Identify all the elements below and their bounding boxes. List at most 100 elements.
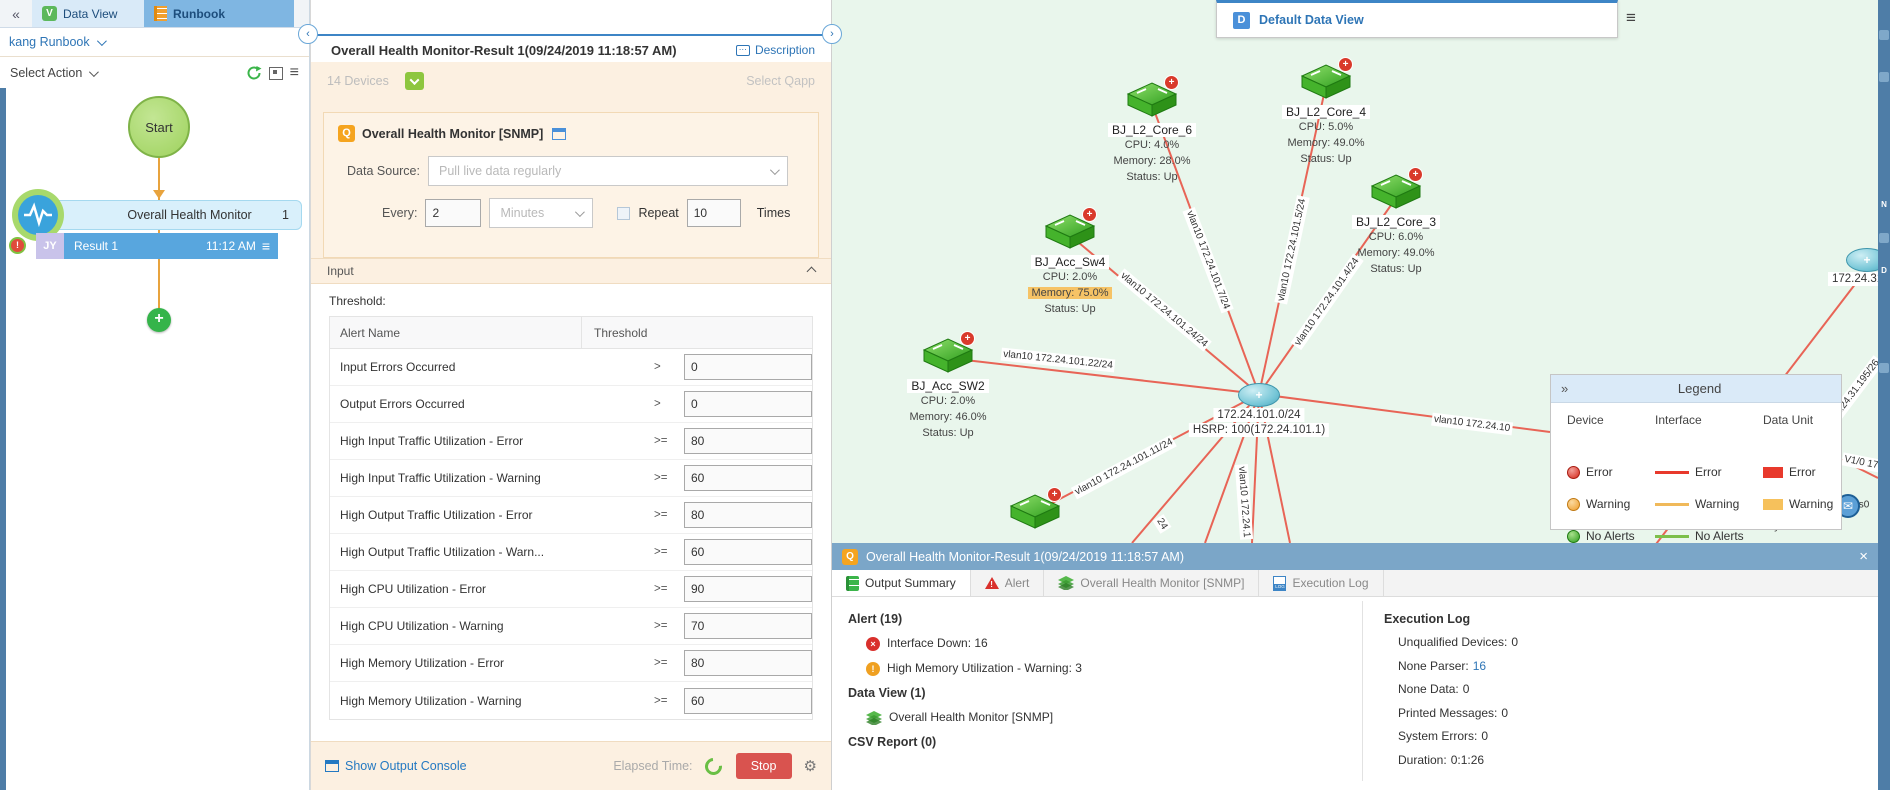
data-view-icon: V xyxy=(42,6,57,21)
chevron-down-icon[interactable] xyxy=(96,35,107,46)
threshold-input[interactable] xyxy=(684,465,812,491)
qapp-icon: Q xyxy=(842,548,858,565)
add-step-button[interactable]: + xyxy=(147,308,171,332)
tab-overall-health-monitor[interactable]: Overall Health Monitor [SNMP] xyxy=(1044,570,1260,596)
threshold-table: Alert Name Threshold Input Errors Occurr… xyxy=(329,316,813,720)
device-bj-acc-sw2[interactable]: + BJ_Acc_SW2 CPU: 2.0% Memory: 46.0% Sta… xyxy=(873,331,1023,441)
device-partial[interactable]: + xyxy=(960,487,1110,533)
threshold-input[interactable] xyxy=(684,539,812,565)
collapse-section-icon[interactable] xyxy=(806,266,817,276)
execution-log-content: Execution Log Unqualified Devices: 0 None… xyxy=(1384,607,1518,772)
interface-warning-line xyxy=(1655,502,1689,506)
data-view-header[interactable]: D Default Data View xyxy=(1216,0,1618,38)
map-legend: » Legend Device Interface Data Unit Erro… xyxy=(1550,374,1842,543)
qapp-settings-card: Q Overall Health Monitor [SNMP] Data Sou… xyxy=(323,112,819,258)
device-bj-acc-sw4[interactable]: + BJ_Acc_Sw4 CPU: 2.0% Memory: 75.0% Sta… xyxy=(995,207,1145,317)
device-bj-l2-core-4[interactable]: + BJ_L2_Core_4 CPU: 5.0% Memory: 49.0% S… xyxy=(1251,57,1401,167)
interface-error-line xyxy=(1655,470,1689,474)
switch-icon[interactable]: + xyxy=(1126,75,1179,118)
execution-log-header: Execution Log xyxy=(1384,612,1471,626)
device-error-icon xyxy=(1567,465,1580,479)
tab-execution-log[interactable]: LOG Execution Log xyxy=(1259,570,1384,596)
switch-icon[interactable]: + xyxy=(1044,207,1097,250)
alert-item[interactable]: × Interface Down: 16 xyxy=(848,631,1346,656)
alert-badge-icon: + xyxy=(960,331,975,346)
switch-icon[interactable]: + xyxy=(922,331,975,374)
data-source-select[interactable]: Pull live data regularly xyxy=(428,156,788,186)
chevron-down-icon[interactable] xyxy=(89,66,100,77)
description-link[interactable]: ⋯ Description xyxy=(735,43,815,57)
data-view-icon: D xyxy=(1233,11,1250,29)
threshold-input[interactable] xyxy=(684,502,812,528)
chevron-down-icon xyxy=(409,74,420,85)
switch-icon[interactable]: + xyxy=(1009,487,1062,530)
repeat-count-input[interactable] xyxy=(686,199,741,227)
open-window-icon[interactable] xyxy=(552,127,567,140)
device-bj-l2-core-6[interactable]: + BJ_L2_Core_6 CPU: 4.0% Memory: 28.0% S… xyxy=(1077,75,1227,185)
input-section-header[interactable]: Input xyxy=(311,258,831,284)
stop-button[interactable]: Stop xyxy=(735,753,792,779)
threshold-input[interactable] xyxy=(684,613,812,639)
menu-icon[interactable]: ≡ xyxy=(290,65,299,81)
legend-column-header: Device xyxy=(1567,413,1604,427)
network-map[interactable]: vlan10 172.24.101.7/24 vlan10 172.24.101… xyxy=(832,0,1878,543)
collapse-right-icon[interactable]: › xyxy=(822,24,842,44)
log-item: None Data: 0 xyxy=(1398,682,1470,696)
log-item: Unqualified Devices: 0 xyxy=(1398,635,1519,649)
tab-output-summary[interactable]: Output Summary xyxy=(832,570,971,596)
collapse-sidebar-button[interactable]: « xyxy=(0,0,32,28)
refresh-icon[interactable] xyxy=(246,65,262,81)
output-panel-title: Overall Health Monitor-Result 1(09/24/20… xyxy=(866,549,1184,564)
fit-map-icon[interactable] xyxy=(268,66,283,80)
strip-label: N xyxy=(1881,200,1887,209)
close-icon[interactable]: × xyxy=(1859,548,1868,565)
output-summary-content: Alert (19) × Interface Down: 16 ! High M… xyxy=(832,597,1362,764)
flow-result-row[interactable]: Result 1 11:12 AM ≡ xyxy=(64,233,278,259)
gear-icon[interactable]: ⚙ xyxy=(804,757,817,775)
lan-cloud-node[interactable]: + xyxy=(1238,383,1280,407)
flow-start-node[interactable]: Start xyxy=(128,96,190,158)
runbook-selector[interactable]: kang Runbook xyxy=(9,35,90,49)
threshold-input[interactable] xyxy=(684,687,812,714)
interval-input[interactable] xyxy=(425,199,482,227)
switch-icon[interactable]: + xyxy=(1300,57,1353,100)
tab-runbook[interactable]: Runbook xyxy=(144,0,294,27)
running-spinner-icon xyxy=(701,754,726,778)
legend-collapse-icon[interactable]: » xyxy=(1561,381,1568,396)
subnet-label: 172.24.31.1 xyxy=(1828,272,1878,286)
select-action-dropdown[interactable]: Select Action xyxy=(10,66,82,80)
show-output-console-link[interactable]: Show Output Console xyxy=(325,759,467,773)
table-row: High Memory Utilization - Warning >= xyxy=(330,682,812,719)
data-view-item[interactable]: Overall Health Monitor [SNMP] xyxy=(848,705,1346,730)
right-panel-strip[interactable]: N D xyxy=(1878,0,1890,790)
tab-label: Data View xyxy=(63,6,118,21)
alert-item[interactable]: ! High Memory Utilization - Warning: 3 xyxy=(848,656,1346,681)
repeat-checkbox[interactable] xyxy=(617,206,631,220)
device-bj-l2-core-3[interactable]: + BJ_L2_Core_3 CPU: 6.0% Memory: 49.0% S… xyxy=(1321,167,1471,277)
table-row: Output Errors Occurred > xyxy=(330,386,812,423)
interval-unit-select[interactable]: Minutes xyxy=(489,198,594,228)
tab-alert[interactable]: ! Alert xyxy=(971,570,1045,596)
table-row: High Input Traffic Utilization - Error >= xyxy=(330,423,812,460)
device-dropdown-button[interactable] xyxy=(404,72,424,90)
switch-icon[interactable]: + xyxy=(1370,167,1423,210)
alert-badge-icon: + xyxy=(1408,167,1423,182)
left-edge-strip xyxy=(0,88,6,790)
collapse-left-icon[interactable]: ‹ xyxy=(298,24,318,44)
qapp-result-panel: ‹ › Overall Health Monitor-Result 1(09/2… xyxy=(298,0,842,790)
memory-warning-highlight: Memory: 75.0% xyxy=(1028,287,1112,299)
threshold-input[interactable] xyxy=(684,391,812,417)
select-qapp-label: Select Qapp xyxy=(746,74,815,88)
none-parser-link[interactable]: 16 xyxy=(1473,659,1486,673)
threshold-input[interactable] xyxy=(684,428,812,454)
threshold-input[interactable] xyxy=(684,576,812,602)
map-menu-icon[interactable]: ≡ xyxy=(1626,8,1636,28)
threshold-input[interactable] xyxy=(684,354,812,380)
device-warning-icon xyxy=(1567,497,1580,511)
legend-column-header: Interface xyxy=(1655,413,1702,427)
threshold-input[interactable] xyxy=(684,650,812,676)
tab-data-view[interactable]: V Data View xyxy=(32,0,144,27)
flow-node-overall-health-monitor[interactable]: Overall Health Monitor 1 xyxy=(54,200,302,230)
result-title: Overall Health Monitor-Result 1(09/24/20… xyxy=(331,42,677,58)
result-menu-icon[interactable]: ≡ xyxy=(262,239,270,253)
